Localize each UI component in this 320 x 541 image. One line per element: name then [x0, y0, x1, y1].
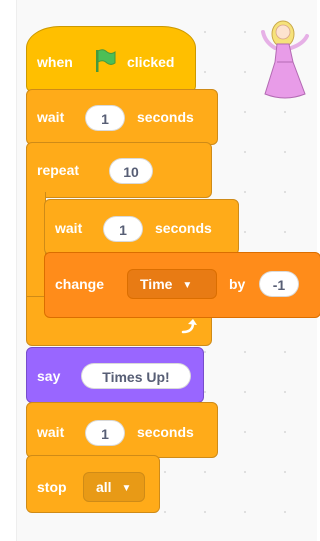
- wait-seconds-input-2[interactable]: 1: [85, 420, 125, 446]
- inner-wait-block[interactable]: wait 1 seconds: [44, 199, 239, 255]
- repeat-block-spine: [26, 192, 46, 302]
- say-label: say: [37, 368, 61, 384]
- princess-sprite-icon: [261, 20, 309, 99]
- stop-option-dropdown[interactable]: all ▼: [83, 472, 145, 502]
- repeat-count-input[interactable]: 10: [109, 158, 153, 184]
- chevron-down-icon: ▼: [121, 483, 132, 494]
- seconds-label: seconds: [137, 109, 194, 125]
- wait-label: wait: [37, 109, 65, 125]
- change-amount-input[interactable]: -1: [259, 271, 299, 297]
- wait-seconds-input[interactable]: 1: [85, 105, 125, 131]
- inner-seconds-label: seconds: [155, 220, 212, 236]
- inner-wait-seconds-input[interactable]: 1: [103, 216, 143, 242]
- variable-name: Time: [140, 276, 173, 292]
- wait-block-2[interactable]: wait 1 seconds: [26, 402, 218, 458]
- clicked-label: clicked: [127, 54, 175, 70]
- stop-option-value: all: [96, 479, 112, 495]
- change-variable-block[interactable]: change Time ▼ by -1: [44, 252, 320, 318]
- script-area[interactable]: when clicked wait 1 seconds repeat 10 wa…: [16, 0, 320, 541]
- when-flag-clicked-block[interactable]: when clicked: [26, 26, 196, 92]
- wait-block[interactable]: wait 1 seconds: [26, 89, 218, 145]
- stop-label: stop: [37, 479, 67, 495]
- repeat-arrow-icon: [181, 319, 197, 334]
- wait-label-2: wait: [37, 424, 65, 440]
- green-flag-icon: [96, 49, 116, 72]
- variable-dropdown[interactable]: Time ▼: [127, 269, 217, 299]
- repeat-label: repeat: [37, 162, 80, 178]
- say-message-input[interactable]: Times Up!: [81, 363, 191, 389]
- chevron-down-icon: ▼: [182, 280, 193, 291]
- when-label: when: [37, 54, 73, 70]
- say-block[interactable]: say Times Up!: [26, 347, 204, 403]
- by-label: by: [229, 276, 246, 292]
- seconds-label-2: seconds: [137, 424, 194, 440]
- change-label: change: [55, 276, 105, 292]
- repeat-block[interactable]: repeat 10: [26, 142, 212, 198]
- inner-wait-label: wait: [55, 220, 83, 236]
- stop-block[interactable]: stop all ▼: [26, 455, 160, 513]
